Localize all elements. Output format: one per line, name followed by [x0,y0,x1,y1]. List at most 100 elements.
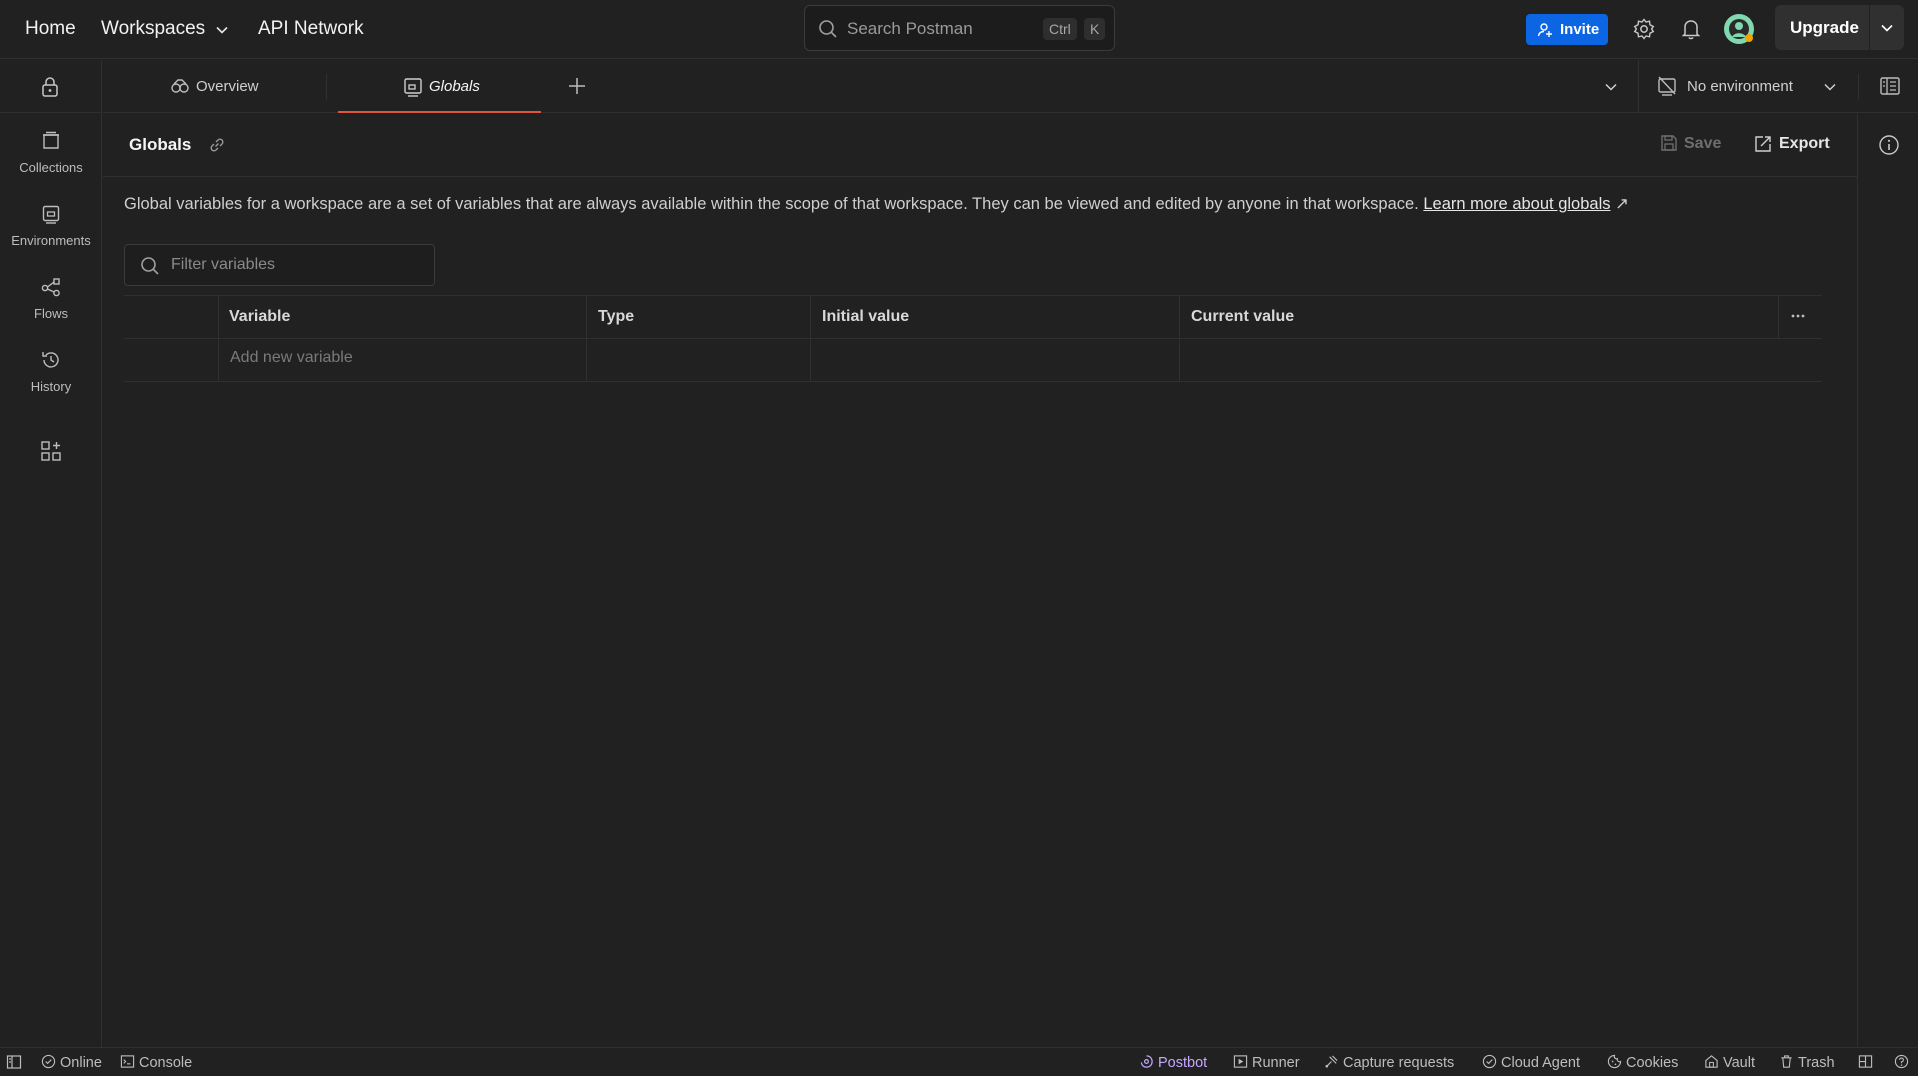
sidebar-item-environments[interactable]: Environments [0,203,102,265]
add-user-icon [1537,22,1553,38]
status-console-label: Console [139,1055,193,1071]
toggle-sidebar-icon[interactable] [6,1054,26,1072]
column-header-type: Type [598,308,635,325]
status-cookies-label: Cookies [1626,1055,1679,1071]
chevron-down-icon [1823,80,1837,94]
more-options-icon[interactable] [1790,308,1806,324]
status-online-label: Online [60,1055,102,1071]
page-title: Globals [129,135,192,154]
status-console[interactable]: Console [120,1054,192,1072]
status-capture-requests[interactable]: Capture requests [1324,1054,1454,1072]
env-divider [1638,60,1639,113]
export-label: Export [1779,135,1830,152]
flows-icon [40,276,62,298]
upgrade-divider [1869,5,1870,50]
invite-button[interactable]: Invite [1526,14,1608,45]
status-cookies[interactable]: Cookies [1607,1054,1678,1072]
tab-list-chevron-icon[interactable] [1604,80,1618,94]
collections-icon [40,130,62,152]
lock-icon[interactable] [40,76,60,98]
environment-selector[interactable]: No environment [1651,60,1841,113]
no-environment-icon [1657,76,1677,96]
sidebar-item-collections[interactable]: Collections [0,130,102,192]
chevron-down-icon[interactable] [1880,21,1894,35]
status-bar: Online Console Postbot Runner Capture re… [0,1047,1918,1076]
status-cloud-agent[interactable]: Cloud Agent [1482,1054,1580,1072]
invite-label: Invite [1560,21,1600,38]
globals-description: Global variables for a workspace are a s… [124,194,1629,214]
status-capture-requests-label: Capture requests [1343,1055,1455,1071]
two-pane-view-icon[interactable] [1858,1054,1877,1072]
filter-input[interactable] [171,255,421,275]
sidebar-item-label: Flows [34,306,68,321]
chevron-down-icon[interactable] [215,23,229,37]
status-cloud-agent-label: Cloud Agent [1501,1055,1581,1071]
column-divider [1778,296,1779,338]
upgrade-button[interactable]: Upgrade [1775,5,1904,50]
overview-icon [170,77,190,95]
save-button[interactable]: Save [1655,129,1725,159]
nav-workspaces-label: Workspaces [101,18,206,39]
search-icon [817,18,839,40]
notifications-bell-icon[interactable] [1681,18,1701,40]
status-trash[interactable]: Trash [1779,1054,1835,1072]
export-icon [1753,134,1773,154]
status-trash-label: Trash [1798,1055,1835,1071]
save-icon [1660,134,1678,152]
status-vault[interactable]: Vault [1704,1054,1755,1072]
sidebar-item-history[interactable]: History [0,349,102,411]
environments-icon [40,203,62,225]
tab-label: Overview [196,78,259,95]
add-variable-placeholder: Add new variable [230,349,353,366]
search-icon [139,255,161,277]
search-placeholder: Search Postman [847,19,973,38]
column-divider [810,296,811,382]
help-icon[interactable] [1894,1054,1913,1072]
tab-strip: Overview Globals No environment [103,60,1918,113]
info-icon[interactable] [1878,134,1900,156]
status-vault-label: Vault [1723,1055,1755,1071]
column-divider [1179,296,1180,382]
status-online[interactable]: Online [41,1054,102,1072]
search-box[interactable]: Search Postman Ctrl K [804,5,1115,51]
env-divider-right [1858,74,1859,100]
sidebar-item-label: Collections [19,160,83,175]
filter-variables[interactable] [124,244,435,286]
nav-workspaces[interactable]: Workspaces [101,18,205,40]
right-sidebar [1857,114,1918,1047]
avatar[interactable] [1723,13,1755,45]
status-postbot-label: Postbot [1158,1055,1208,1071]
tab-divider [326,74,327,100]
environment-quick-look-icon[interactable] [1879,76,1901,96]
page-header: Globals Save Export [103,114,1857,177]
variables-table: Variable Type Initial value Current valu… [124,295,1822,382]
environment-value: No environment [1687,78,1793,95]
add-variable-cell[interactable]: Add new variable [219,339,586,382]
new-tab-plus-icon[interactable] [567,76,587,96]
tab-overview[interactable]: Overview [163,60,363,113]
upgrade-label: Upgrade [1790,18,1859,37]
history-icon [40,349,62,371]
export-button[interactable]: Export [1750,129,1832,159]
top-bar: Home Workspaces API Network Search Postm… [0,0,1918,59]
external-link-icon: ↗ [1615,195,1629,213]
nav-api-network[interactable]: API Network [258,18,364,40]
column-divider [586,296,587,382]
configure-workbench-icon[interactable] [40,440,62,462]
status-postbot[interactable]: Postbot [1139,1054,1207,1072]
sidebar-item-flows[interactable]: Flows [0,276,102,338]
column-header-initial-value: Initial value [822,308,910,325]
sidebar: Collections Environments Flows History [0,60,102,1047]
column-header-variable: Variable [229,308,291,325]
description-text: Global variables for a workspace are a s… [124,195,1419,213]
sidebar-item-label: Environments [11,233,91,248]
nav-home[interactable]: Home [25,18,76,40]
tab-globals[interactable]: Globals [338,60,541,113]
status-runner[interactable]: Runner [1233,1054,1300,1072]
tab-label: Globals [429,78,480,95]
shortcut-ctrl: Ctrl [1043,18,1077,40]
sidebar-divider [0,112,102,113]
link-icon[interactable] [208,136,226,154]
settings-gear-icon[interactable] [1633,18,1655,40]
learn-more-link[interactable]: Learn more about globals [1423,195,1610,213]
